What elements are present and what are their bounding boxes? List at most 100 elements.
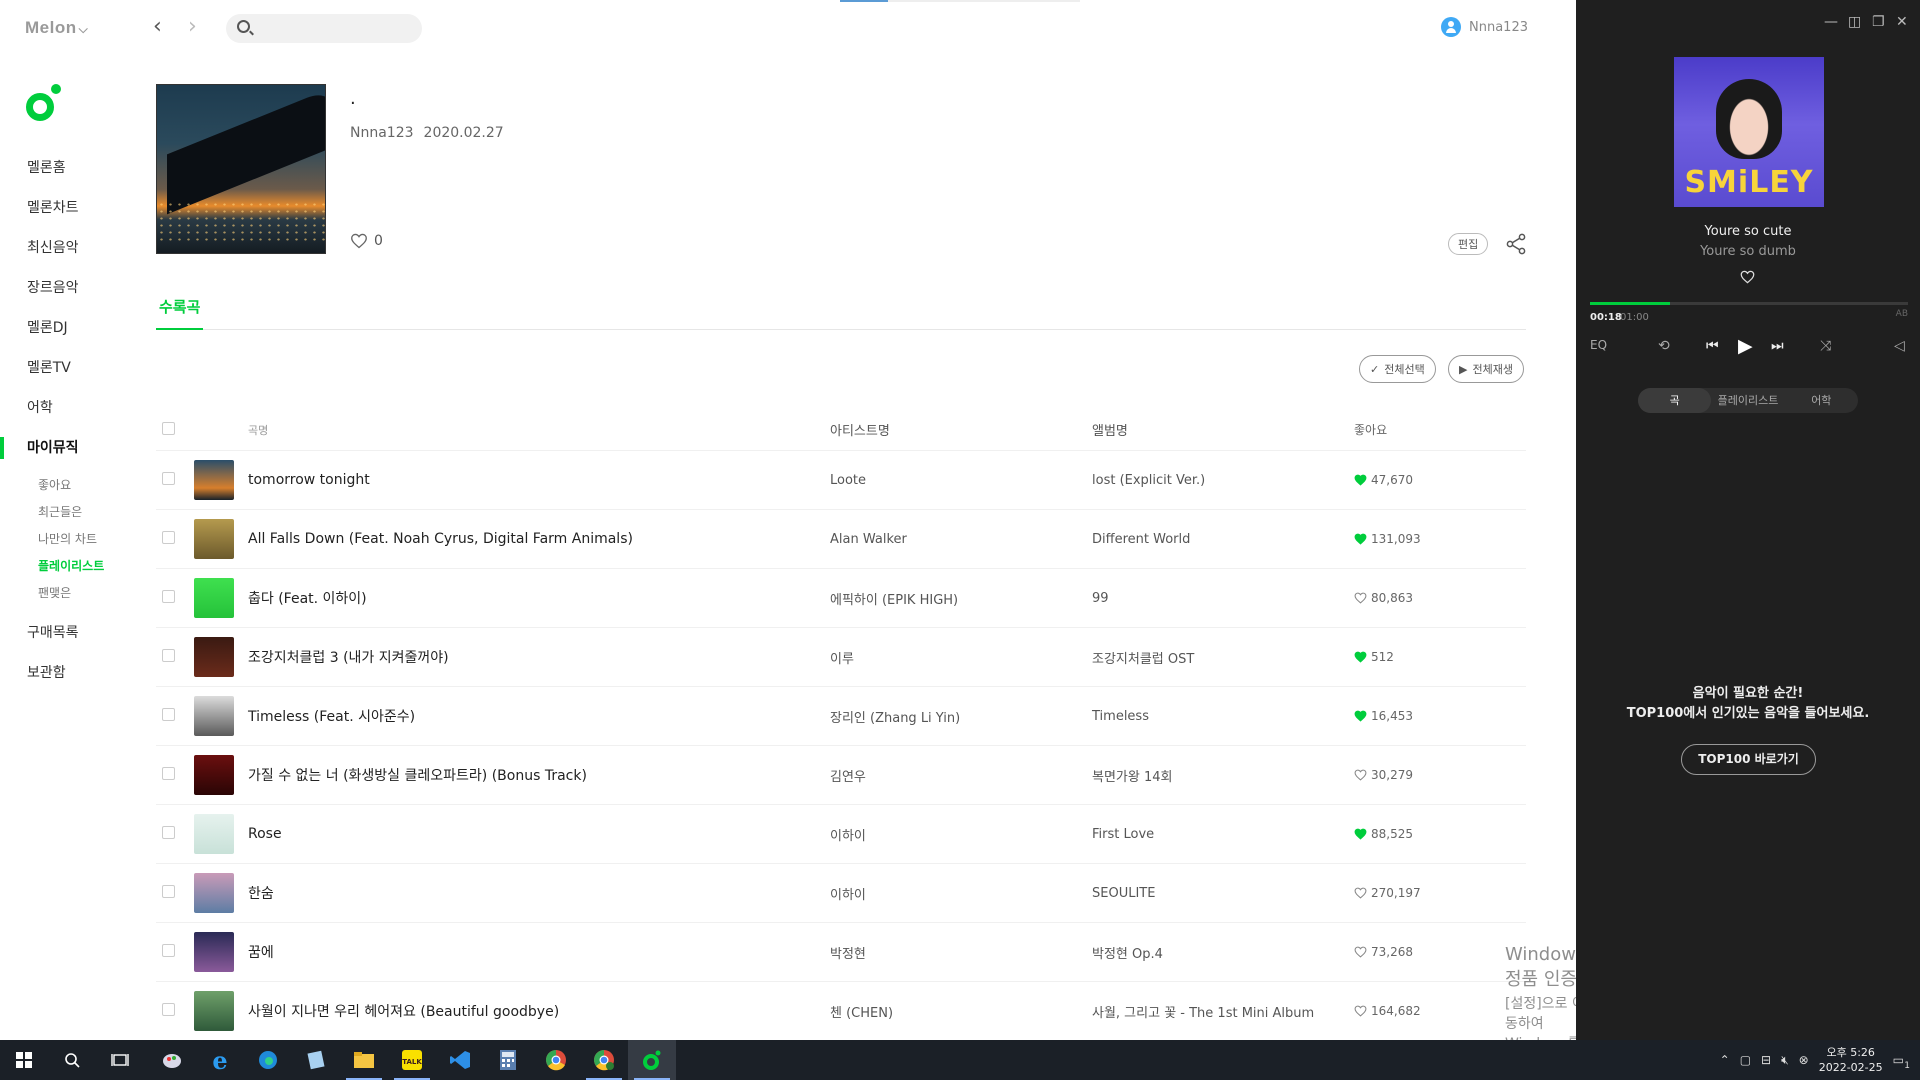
player-tab-song[interactable]: 곡	[1638, 388, 1712, 413]
sidebar-item-language[interactable]: 어학	[0, 395, 140, 435]
row-checkbox[interactable]	[162, 943, 175, 957]
playlist-owner[interactable]: Nnna123	[350, 125, 414, 141]
album-thumbnail[interactable]	[194, 814, 234, 854]
sidebar-item-latest[interactable]: 최신음악	[0, 235, 140, 275]
calculator-icon[interactable]	[484, 1040, 532, 1080]
album-thumbnail[interactable]	[194, 932, 234, 972]
song-title[interactable]: 조강지처클럽 3 (내가 지켜줄꺼야)	[248, 647, 830, 667]
table-row[interactable]: 가질 수 없는 너 (화생방실 클레오파트라) (Bonus Track) 김연우…	[156, 746, 1526, 805]
row-checkbox[interactable]	[162, 766, 175, 780]
album-thumbnail[interactable]	[194, 873, 234, 913]
table-row[interactable]: 조강지처클럽 3 (내가 지켜줄꺼야) 이루 조강지처클럽 OST 512	[156, 628, 1526, 687]
heart-filled-icon[interactable]	[1354, 710, 1367, 722]
ab-repeat-button[interactable]: AB	[1896, 309, 1908, 319]
internet-explorer-icon[interactable]: e	[196, 1040, 244, 1080]
table-row[interactable]: tomorrow tonight Loote lost (Explicit Ver.…	[156, 451, 1526, 510]
play-all-button[interactable]: ▶ 전체재생	[1448, 355, 1524, 383]
album-thumbnail[interactable]	[194, 696, 234, 736]
table-row[interactable]: 꿈에 박정현 박정현 Op.4 73,268	[156, 923, 1526, 982]
sidebar-item-storage[interactable]: 보관함	[0, 660, 140, 700]
edge-icon[interactable]	[244, 1040, 292, 1080]
song-album[interactable]: 사월, 그리고 꽃 - The 1st Mini Album	[1092, 1002, 1354, 1021]
heart-filled-icon[interactable]	[1354, 474, 1367, 486]
select-all-checkbox[interactable]	[162, 421, 175, 435]
row-checkbox[interactable]	[162, 530, 175, 544]
select-all-button[interactable]: ✓ 전체선택	[1359, 355, 1436, 383]
table-row[interactable]: All Falls Down (Feat. Noah Cyrus, Digita…	[156, 510, 1526, 569]
melon-taskbar-icon[interactable]	[628, 1040, 676, 1080]
share-icon[interactable]	[1505, 233, 1527, 255]
close-icon[interactable]: ✕	[1896, 14, 1908, 30]
repeat-icon[interactable]: ⟲	[1658, 338, 1670, 354]
song-artist[interactable]: 장리인 (Zhang Li Yin)	[830, 707, 1092, 726]
sidebar-sub-mychart[interactable]: 나만의 차트	[0, 529, 140, 556]
shuffle-icon[interactable]: ⤨	[1820, 338, 1831, 354]
song-title[interactable]: All Falls Down (Feat. Noah Cyrus, Digita…	[248, 531, 830, 547]
edit-button[interactable]: 편집	[1448, 233, 1489, 255]
song-title[interactable]: 사월이 지나면 우리 헤어져요 (Beautiful goodbye)	[248, 1001, 830, 1021]
row-checkbox[interactable]	[162, 648, 175, 662]
progress-bar[interactable]	[1590, 302, 1908, 305]
song-album[interactable]: SEOULITE	[1092, 886, 1354, 901]
song-album[interactable]: Different World	[1092, 532, 1354, 547]
playlist-like-button[interactable]: 0	[350, 233, 383, 249]
song-title[interactable]: 춥다 (Feat. 이하이)	[248, 588, 830, 608]
minimize-icon[interactable]: —	[1824, 14, 1838, 30]
mini-player-icon[interactable]: ◫	[1848, 14, 1861, 30]
search-bar[interactable]	[226, 14, 422, 43]
sidebar-item-mymusic[interactable]: 마이뮤직	[0, 435, 140, 475]
heart-outline-icon[interactable]	[1354, 769, 1367, 781]
eq-button[interactable]: EQ	[1590, 338, 1607, 352]
restore-icon[interactable]: ❐	[1872, 14, 1885, 30]
sidebar-sub-likes[interactable]: 좋아요	[0, 475, 140, 502]
previous-icon[interactable]: ⏮	[1706, 338, 1719, 354]
song-album[interactable]: Timeless	[1092, 709, 1354, 724]
song-artist[interactable]: 첸 (CHEN)	[830, 1002, 1092, 1021]
now-playing-artist[interactable]: Youre so dumb	[1576, 244, 1920, 259]
network-icon[interactable]: ⊟	[1761, 1053, 1771, 1067]
album-thumbnail[interactable]	[194, 519, 234, 559]
heart-filled-icon[interactable]	[1354, 533, 1367, 545]
song-album[interactable]: 99	[1092, 591, 1354, 606]
sidebar-item-dj[interactable]: 멜론DJ	[0, 315, 140, 355]
album-thumbnail[interactable]	[194, 637, 234, 677]
row-checkbox[interactable]	[162, 589, 175, 603]
sidebar-item-home[interactable]: 멜론홈	[0, 155, 140, 195]
song-title[interactable]: 가질 수 없는 너 (화생방실 클레오파트라) (Bonus Track)	[248, 765, 830, 785]
song-artist[interactable]: 이루	[830, 648, 1092, 667]
heart-outline-icon[interactable]	[1354, 887, 1367, 899]
song-artist[interactable]: 이하이	[830, 884, 1092, 903]
song-artist[interactable]: 김연우	[830, 766, 1092, 785]
melon-app-icon[interactable]	[26, 84, 61, 121]
album-thumbnail[interactable]	[194, 460, 234, 500]
song-album[interactable]: 박정현 Op.4	[1092, 943, 1354, 962]
task-view-icon[interactable]	[96, 1040, 144, 1080]
tab-songs[interactable]: 수록곡	[156, 294, 204, 330]
now-playing-cover[interactable]: SMiLEY	[1674, 57, 1824, 207]
status-icon[interactable]: ⊗	[1799, 1053, 1809, 1067]
row-checkbox[interactable]	[162, 707, 175, 721]
chevron-up-icon[interactable]: ⌃	[1720, 1053, 1730, 1067]
album-thumbnail[interactable]	[194, 991, 234, 1031]
sidebar-sub-recent[interactable]: 최근들은	[0, 502, 140, 529]
song-artist[interactable]: Loote	[830, 473, 1092, 488]
song-title[interactable]: Rose	[248, 826, 830, 842]
table-row[interactable]: 사월이 지나면 우리 헤어져요 (Beautiful goodbye) 첸 (CH…	[156, 982, 1526, 1040]
melon-logo[interactable]: Melon ⌵	[25, 18, 88, 38]
system-clock[interactable]: 오후 5:26 2022-02-25	[1819, 1045, 1883, 1075]
heart-filled-icon[interactable]	[1354, 651, 1367, 663]
volume-mute-icon[interactable]: 🔇︎	[1781, 1053, 1789, 1068]
song-title[interactable]: 꿈에	[248, 942, 830, 962]
notes-app-icon[interactable]	[292, 1040, 340, 1080]
row-checkbox[interactable]	[162, 884, 175, 898]
song-artist[interactable]: Alan Walker	[830, 532, 1092, 547]
song-artist[interactable]: 박정현	[830, 943, 1092, 962]
table-row[interactable]: Rose 이하이 First Love 88,525	[156, 805, 1526, 864]
chrome-profile-icon[interactable]	[580, 1040, 628, 1080]
file-explorer-icon[interactable]	[340, 1040, 388, 1080]
sidebar-item-chart[interactable]: 멜론차트	[0, 195, 140, 235]
song-album[interactable]: First Love	[1092, 827, 1354, 842]
song-title[interactable]: Timeless (Feat. 시아준수)	[248, 706, 830, 726]
song-title[interactable]: 한숨	[248, 883, 830, 903]
search-input[interactable]	[256, 18, 416, 39]
